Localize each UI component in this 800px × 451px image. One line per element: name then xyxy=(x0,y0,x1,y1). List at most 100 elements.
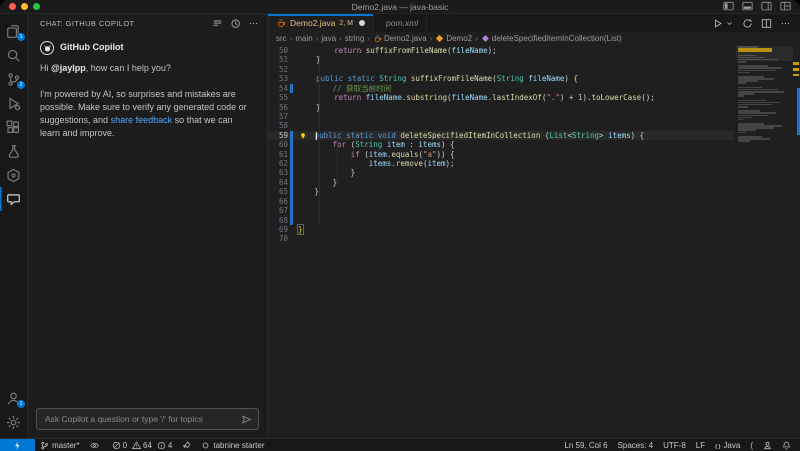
maximize-window-button[interactable] xyxy=(33,3,40,10)
status-label: UTF-8 xyxy=(663,440,686,450)
code-line-55: 55 return fileName.substring(fileName.la… xyxy=(268,93,734,102)
status-paren-status[interactable]: ( xyxy=(745,439,758,451)
minimize-window-button[interactable] xyxy=(21,3,28,10)
line-number: 54 xyxy=(278,83,288,93)
run-icon[interactable] xyxy=(712,18,723,29)
activity-item-copilot-chat[interactable] xyxy=(0,187,27,211)
clear-icon[interactable] xyxy=(212,18,223,29)
sync-icon[interactable] xyxy=(742,18,753,29)
activity-item-extensions[interactable] xyxy=(0,115,27,139)
status-feedback[interactable] xyxy=(758,439,777,451)
testing-icon xyxy=(6,144,21,159)
line-number: 59 xyxy=(278,130,288,140)
activity-item-search[interactable] xyxy=(0,43,27,67)
breadcrumb-label: Demo2.java xyxy=(383,34,427,43)
activity-badge: 1 xyxy=(17,400,25,408)
dirty-indicator[interactable] xyxy=(358,20,365,26)
breadcrumb-item[interactable]: Demo2.java xyxy=(373,34,427,43)
share-feedback-link[interactable]: share feedback xyxy=(111,115,173,125)
language-mode-icon: { } xyxy=(715,443,721,450)
status-encoding[interactable]: UTF-8 xyxy=(658,439,691,451)
status-label: master* xyxy=(52,440,80,450)
chat-header-actions xyxy=(212,18,259,29)
customize-layout-icon[interactable] xyxy=(780,1,791,12)
breadcrumb-item[interactable]: Demo2 xyxy=(435,34,472,43)
status-notifications[interactable] xyxy=(777,439,796,451)
breadcrumb-label: src xyxy=(276,34,287,43)
breadcrumb-item[interactable]: java xyxy=(321,34,336,43)
tabnine-icon xyxy=(201,441,210,450)
toggle-secondary-sidebar-icon[interactable] xyxy=(761,1,772,12)
status-git-branch[interactable]: master* xyxy=(35,439,85,451)
send-icon[interactable] xyxy=(241,414,252,425)
close-window-button[interactable] xyxy=(9,3,16,10)
git-branch-icon xyxy=(40,441,49,450)
status-tabnine[interactable]: tabnine starter xyxy=(196,439,269,451)
workbench: 12 1 CHAT: GITHUB COPILOT GitHub Copilot… xyxy=(0,14,800,438)
lightbulb-icon[interactable] xyxy=(299,132,307,140)
activity-item-testing[interactable] xyxy=(0,139,27,163)
status-problems[interactable]: 0 64 4 xyxy=(104,439,178,451)
activity-item-source-control[interactable]: 2 xyxy=(0,67,27,91)
breadcrumb-item[interactable]: src xyxy=(276,34,287,43)
status-cursor-position[interactable]: Ln 59, Col 6 xyxy=(559,439,612,451)
tab-pom.xml[interactable]: pom.xml xyxy=(374,14,428,32)
minimap-line xyxy=(738,67,782,69)
breadcrumb-separator: › xyxy=(339,34,342,43)
indent-guide xyxy=(319,54,320,224)
minimap-line xyxy=(738,95,744,97)
status-label: ( xyxy=(750,440,753,450)
more-icon[interactable] xyxy=(248,18,259,29)
line-number: 65 xyxy=(278,187,288,197)
breadcrumb-separator: › xyxy=(429,34,433,43)
tab-Demo2.java[interactable]: Demo2.java 2, M xyxy=(268,14,374,32)
line-number: 63 xyxy=(278,168,288,178)
code-text: } xyxy=(296,187,320,197)
breadcrumb-item[interactable]: deleteSpecifiedItemInCollection(List) xyxy=(481,34,622,43)
activity-item-explorer[interactable]: 1 xyxy=(0,19,27,43)
search-icon xyxy=(6,48,21,63)
status-launch[interactable] xyxy=(177,439,196,451)
breadcrumb-item[interactable]: main xyxy=(295,34,312,43)
editor-actions xyxy=(712,14,800,32)
code-line-59: 59 public static void deleteSpecifiedIte… xyxy=(268,130,734,141)
status-eol[interactable]: LF xyxy=(691,439,710,451)
code-text: return fileName.substring(fileName.lastI… xyxy=(334,93,655,103)
toggle-panel-icon[interactable] xyxy=(742,1,753,12)
line-number: 55 xyxy=(278,93,288,103)
code-editor[interactable]: 50 return suffixFromFileName(fileName); 5… xyxy=(268,45,800,438)
status-language-mode[interactable]: { } Java xyxy=(710,439,745,451)
activity-item-settings[interactable] xyxy=(0,410,27,434)
text-cursor xyxy=(316,131,317,140)
status-remote-indicator[interactable] xyxy=(0,439,35,451)
minimap-slider[interactable] xyxy=(736,46,793,61)
code-text: } xyxy=(297,224,304,236)
split-editor-icon[interactable] xyxy=(761,18,772,29)
minimap[interactable] xyxy=(736,46,793,142)
chat-messages: GitHub Copilot Hi @jaylpp, how can I hel… xyxy=(28,33,267,402)
line-number: 56 xyxy=(278,102,288,112)
activity-item-run-and-debug[interactable] xyxy=(0,91,27,115)
activity-item-accounts[interactable]: 1 xyxy=(0,386,27,410)
activity-item-java-projects[interactable] xyxy=(0,163,27,187)
breadcrumb-item[interactable]: string xyxy=(345,34,365,43)
chat-input[interactable] xyxy=(43,413,241,425)
more-icon[interactable] xyxy=(780,18,791,29)
activity-badge: 1 xyxy=(17,33,25,41)
code-text: items.remove(item); xyxy=(368,159,455,169)
chevron-down-icon[interactable] xyxy=(725,19,734,28)
status-gitlens-toggle[interactable] xyxy=(85,439,104,451)
line-number: 62 xyxy=(278,159,288,169)
line-number: 61 xyxy=(278,149,288,159)
java-projects-icon xyxy=(6,168,21,183)
history-icon[interactable] xyxy=(230,18,241,29)
class-symbol-icon xyxy=(435,34,444,43)
toggle-primary-sidebar-icon[interactable] xyxy=(723,1,734,12)
status-indentation[interactable]: Spaces: 4 xyxy=(613,439,659,451)
minimap-line xyxy=(738,69,776,72)
copilot-avatar-icon xyxy=(40,41,54,55)
minimap-line xyxy=(738,105,748,108)
